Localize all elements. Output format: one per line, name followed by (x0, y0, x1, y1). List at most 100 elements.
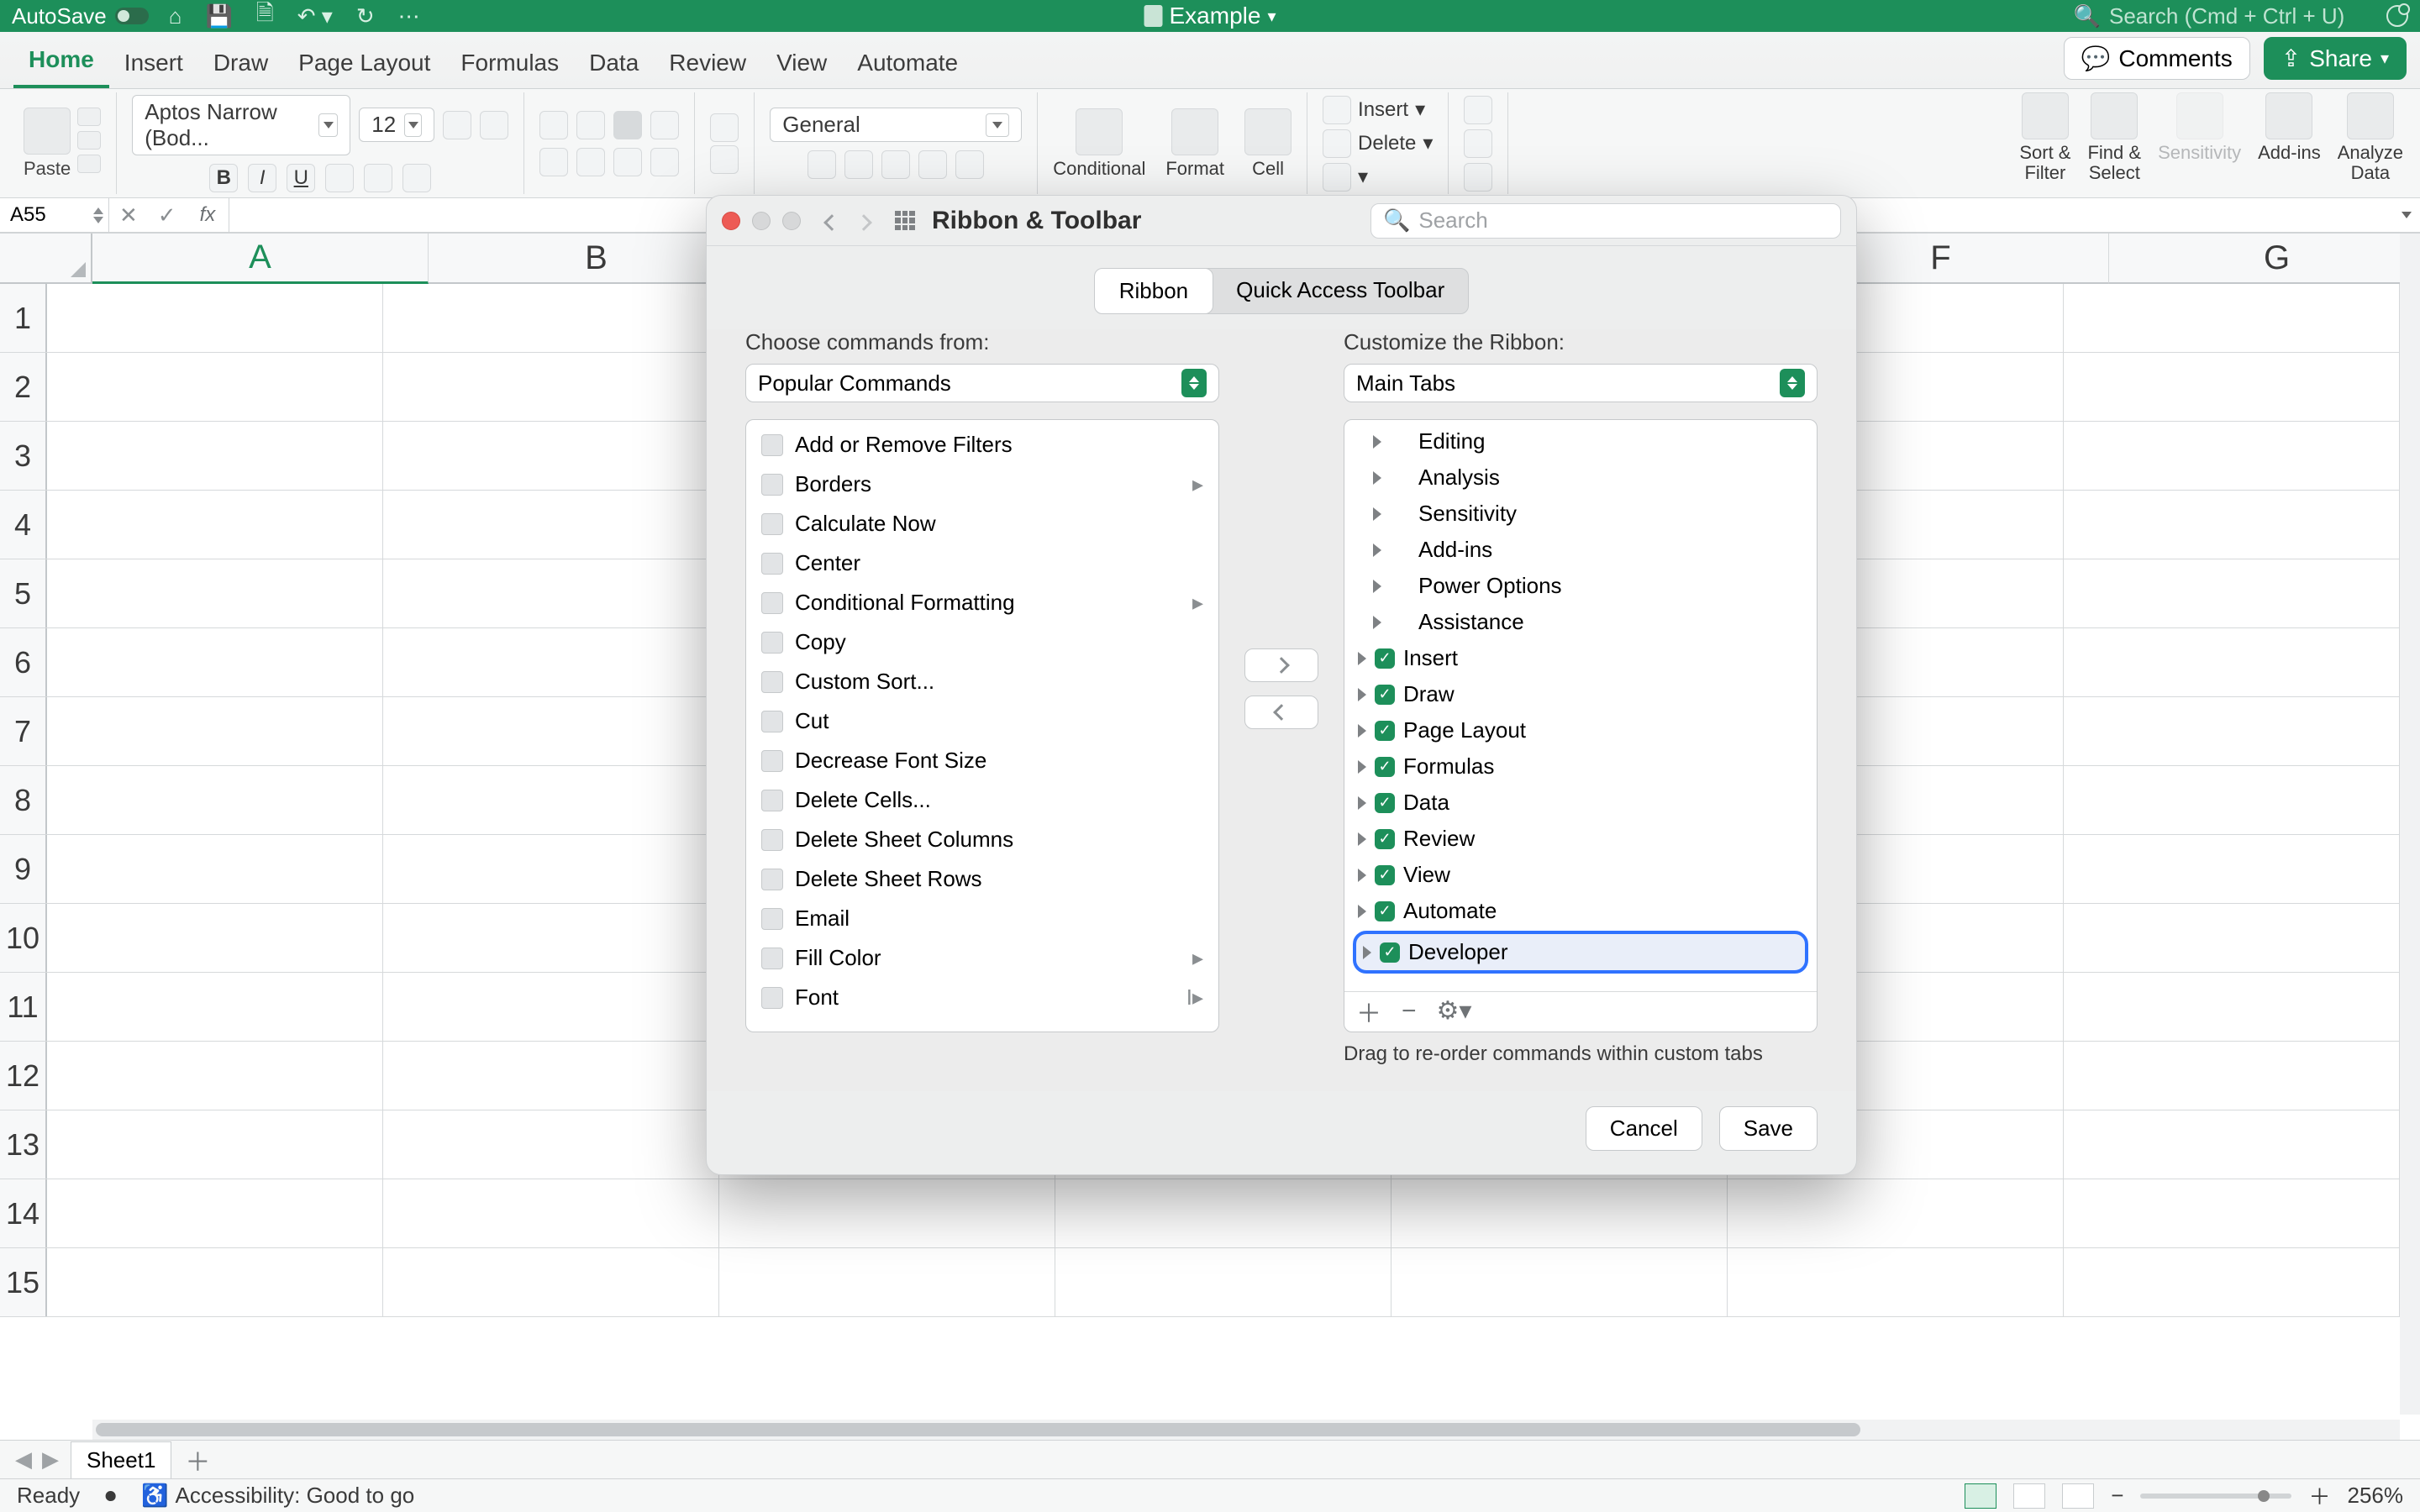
checkbox[interactable]: ✓ (1375, 648, 1395, 669)
reorder-hint: Drag to re-order commands within custom … (1344, 1042, 1818, 1066)
ribbon-toolbar-dialog: Ribbon & Toolbar 🔍 Ribbon Quick Access T… (706, 195, 1857, 1175)
command-label: Borders (795, 471, 871, 497)
ribbon-tree-item[interactable]: ✓Assistance (1344, 604, 1817, 640)
commands-list[interactable]: Add or Remove Filters Borders ▸ Calculate N… (745, 419, 1219, 1032)
expander-icon[interactable] (1373, 543, 1381, 557)
checkbox[interactable]: ✓ (1375, 865, 1395, 885)
command-item[interactable]: Delete Sheet Rows (746, 859, 1218, 899)
customize-ribbon-label: Customize the Ribbon: (1344, 329, 1818, 355)
combo-icon: I▸ (1186, 984, 1203, 1011)
checkbox[interactable]: ✓ (1375, 901, 1395, 921)
ribbon-tree-item[interactable]: ✓Editing (1344, 423, 1817, 459)
tree-item-label: Data (1403, 790, 1449, 816)
ribbon-tree[interactable]: ✓Editing✓Analysis✓Sensitivity✓Add-ins✓Po… (1344, 419, 1818, 1032)
expander-icon[interactable] (1358, 796, 1366, 810)
command-icon (761, 987, 783, 1009)
ribbon-tree-item[interactable]: ✓Analysis (1344, 459, 1817, 496)
remove-command-button[interactable] (1244, 696, 1318, 729)
command-icon (761, 592, 783, 614)
expander-icon[interactable] (1373, 471, 1381, 485)
tree-toolbar: ＋ − ⚙︎▾ (1344, 991, 1817, 1030)
tree-item-label: Developer (1408, 939, 1508, 965)
segment-ribbon[interactable]: Ribbon (1094, 268, 1213, 314)
tree-settings-button[interactable]: ⚙︎▾ (1437, 996, 1472, 1026)
tree-remove-button[interactable]: − (1402, 997, 1417, 1026)
expander-icon[interactable] (1358, 905, 1366, 918)
cancel-button[interactable]: Cancel (1586, 1106, 1702, 1151)
ribbon-tree-item[interactable]: ✓Sensitivity (1344, 496, 1817, 532)
checkbox[interactable]: ✓ (1380, 942, 1400, 963)
segment-qat[interactable]: Quick Access Toolbar (1213, 269, 1468, 313)
checkbox[interactable]: ✓ (1375, 757, 1395, 777)
command-item[interactable]: Fill Color▸ (746, 938, 1218, 978)
command-item[interactable]: Cut (746, 701, 1218, 741)
window-zoom-button (782, 212, 801, 230)
ribbon-tree-item[interactable]: ✓Formulas (1344, 748, 1817, 785)
ribbon-tree-item[interactable]: ✓Automate (1344, 893, 1817, 929)
ribbon-target-select[interactable]: Main Tabs (1344, 364, 1818, 402)
command-label: Conditional Formatting (795, 590, 1015, 616)
command-item[interactable]: Conditional Formatting ▸ (746, 583, 1218, 622)
ribbon-tree-item[interactable]: ✓Page Layout (1344, 712, 1817, 748)
command-item[interactable]: Copy (746, 622, 1218, 662)
command-item[interactable]: Add or Remove Filters (746, 425, 1218, 465)
ribbon-tree-item[interactable]: ✓ Data (1344, 785, 1817, 821)
chevron-right-icon (1273, 657, 1290, 674)
expander-icon[interactable] (1373, 435, 1381, 449)
checkbox[interactable]: ✓ (1375, 721, 1395, 741)
command-item[interactable]: Center (746, 543, 1218, 583)
expander-icon[interactable] (1358, 724, 1366, 738)
expander-icon[interactable] (1373, 507, 1381, 521)
ribbon-tree-item[interactable]: ✓View (1344, 857, 1817, 893)
nav-back-button[interactable] (826, 207, 838, 235)
choose-commands-label: Choose commands from: (745, 329, 1219, 355)
command-item[interactable]: Borders ▸ (746, 465, 1218, 504)
ribbon-tree-item[interactable]: ✓ Developer (1353, 931, 1808, 974)
ribbon-target-value: Main Tabs (1356, 370, 1455, 396)
ribbon-tree-item[interactable]: ✓Power Options (1344, 568, 1817, 604)
command-label: Delete Sheet Columns (795, 827, 1013, 853)
checkbox[interactable]: ✓ (1375, 793, 1395, 813)
stepper-icon (1181, 369, 1207, 397)
ribbon-tree-item[interactable]: ✓Add-ins (1344, 532, 1817, 568)
ribbon-tree-item[interactable]: ✓Draw (1344, 676, 1817, 712)
tree-item-label: Assistance (1418, 609, 1524, 635)
command-item[interactable]: Decrease Font Size (746, 741, 1218, 780)
ribbon-tree-item[interactable]: ✓Insert (1344, 640, 1817, 676)
command-item[interactable]: Delete Cells... (746, 780, 1218, 820)
command-item[interactable]: FontI▸ (746, 978, 1218, 1017)
command-item[interactable]: Custom Sort... (746, 662, 1218, 701)
tree-add-button[interactable]: ＋ (1356, 993, 1381, 1030)
submenu-icon: ▸ (1192, 471, 1203, 497)
expander-icon[interactable] (1358, 869, 1366, 882)
command-icon (761, 869, 783, 890)
prefs-search-input[interactable] (1418, 207, 1828, 234)
expander-icon[interactable] (1358, 688, 1366, 701)
commands-from-select[interactable]: Popular Commands (745, 364, 1219, 402)
command-icon (761, 908, 783, 930)
save-button[interactable]: Save (1719, 1106, 1818, 1151)
command-item[interactable]: Email (746, 899, 1218, 938)
tree-item-label: Power Options (1418, 573, 1562, 599)
dialog-backdrop: Ribbon & Toolbar 🔍 Ribbon Quick Access T… (0, 0, 2420, 1512)
expander-icon[interactable] (1358, 652, 1366, 665)
command-item[interactable]: Delete Sheet Columns (746, 820, 1218, 859)
chevron-left-icon (1273, 704, 1290, 721)
add-command-button[interactable] (1244, 648, 1318, 682)
expander-icon[interactable] (1358, 760, 1366, 774)
expander-icon[interactable] (1373, 580, 1381, 593)
expander-icon[interactable] (1363, 946, 1371, 959)
prefs-search[interactable]: 🔍 (1370, 203, 1841, 239)
command-item[interactable]: Calculate Now (746, 504, 1218, 543)
expander-icon[interactable] (1373, 616, 1381, 629)
checkbox[interactable]: ✓ (1375, 685, 1395, 705)
ribbon-tree-item[interactable]: ✓Review (1344, 821, 1817, 857)
expander-icon[interactable] (1358, 832, 1366, 846)
show-all-icon[interactable] (895, 211, 915, 231)
submenu-icon: ▸ (1192, 590, 1203, 616)
checkbox[interactable]: ✓ (1375, 829, 1395, 849)
command-icon (761, 474, 783, 496)
command-label: Custom Sort... (795, 669, 934, 695)
window-close-button[interactable] (722, 212, 740, 230)
dialog-title: Ribbon & Toolbar (932, 207, 1141, 235)
